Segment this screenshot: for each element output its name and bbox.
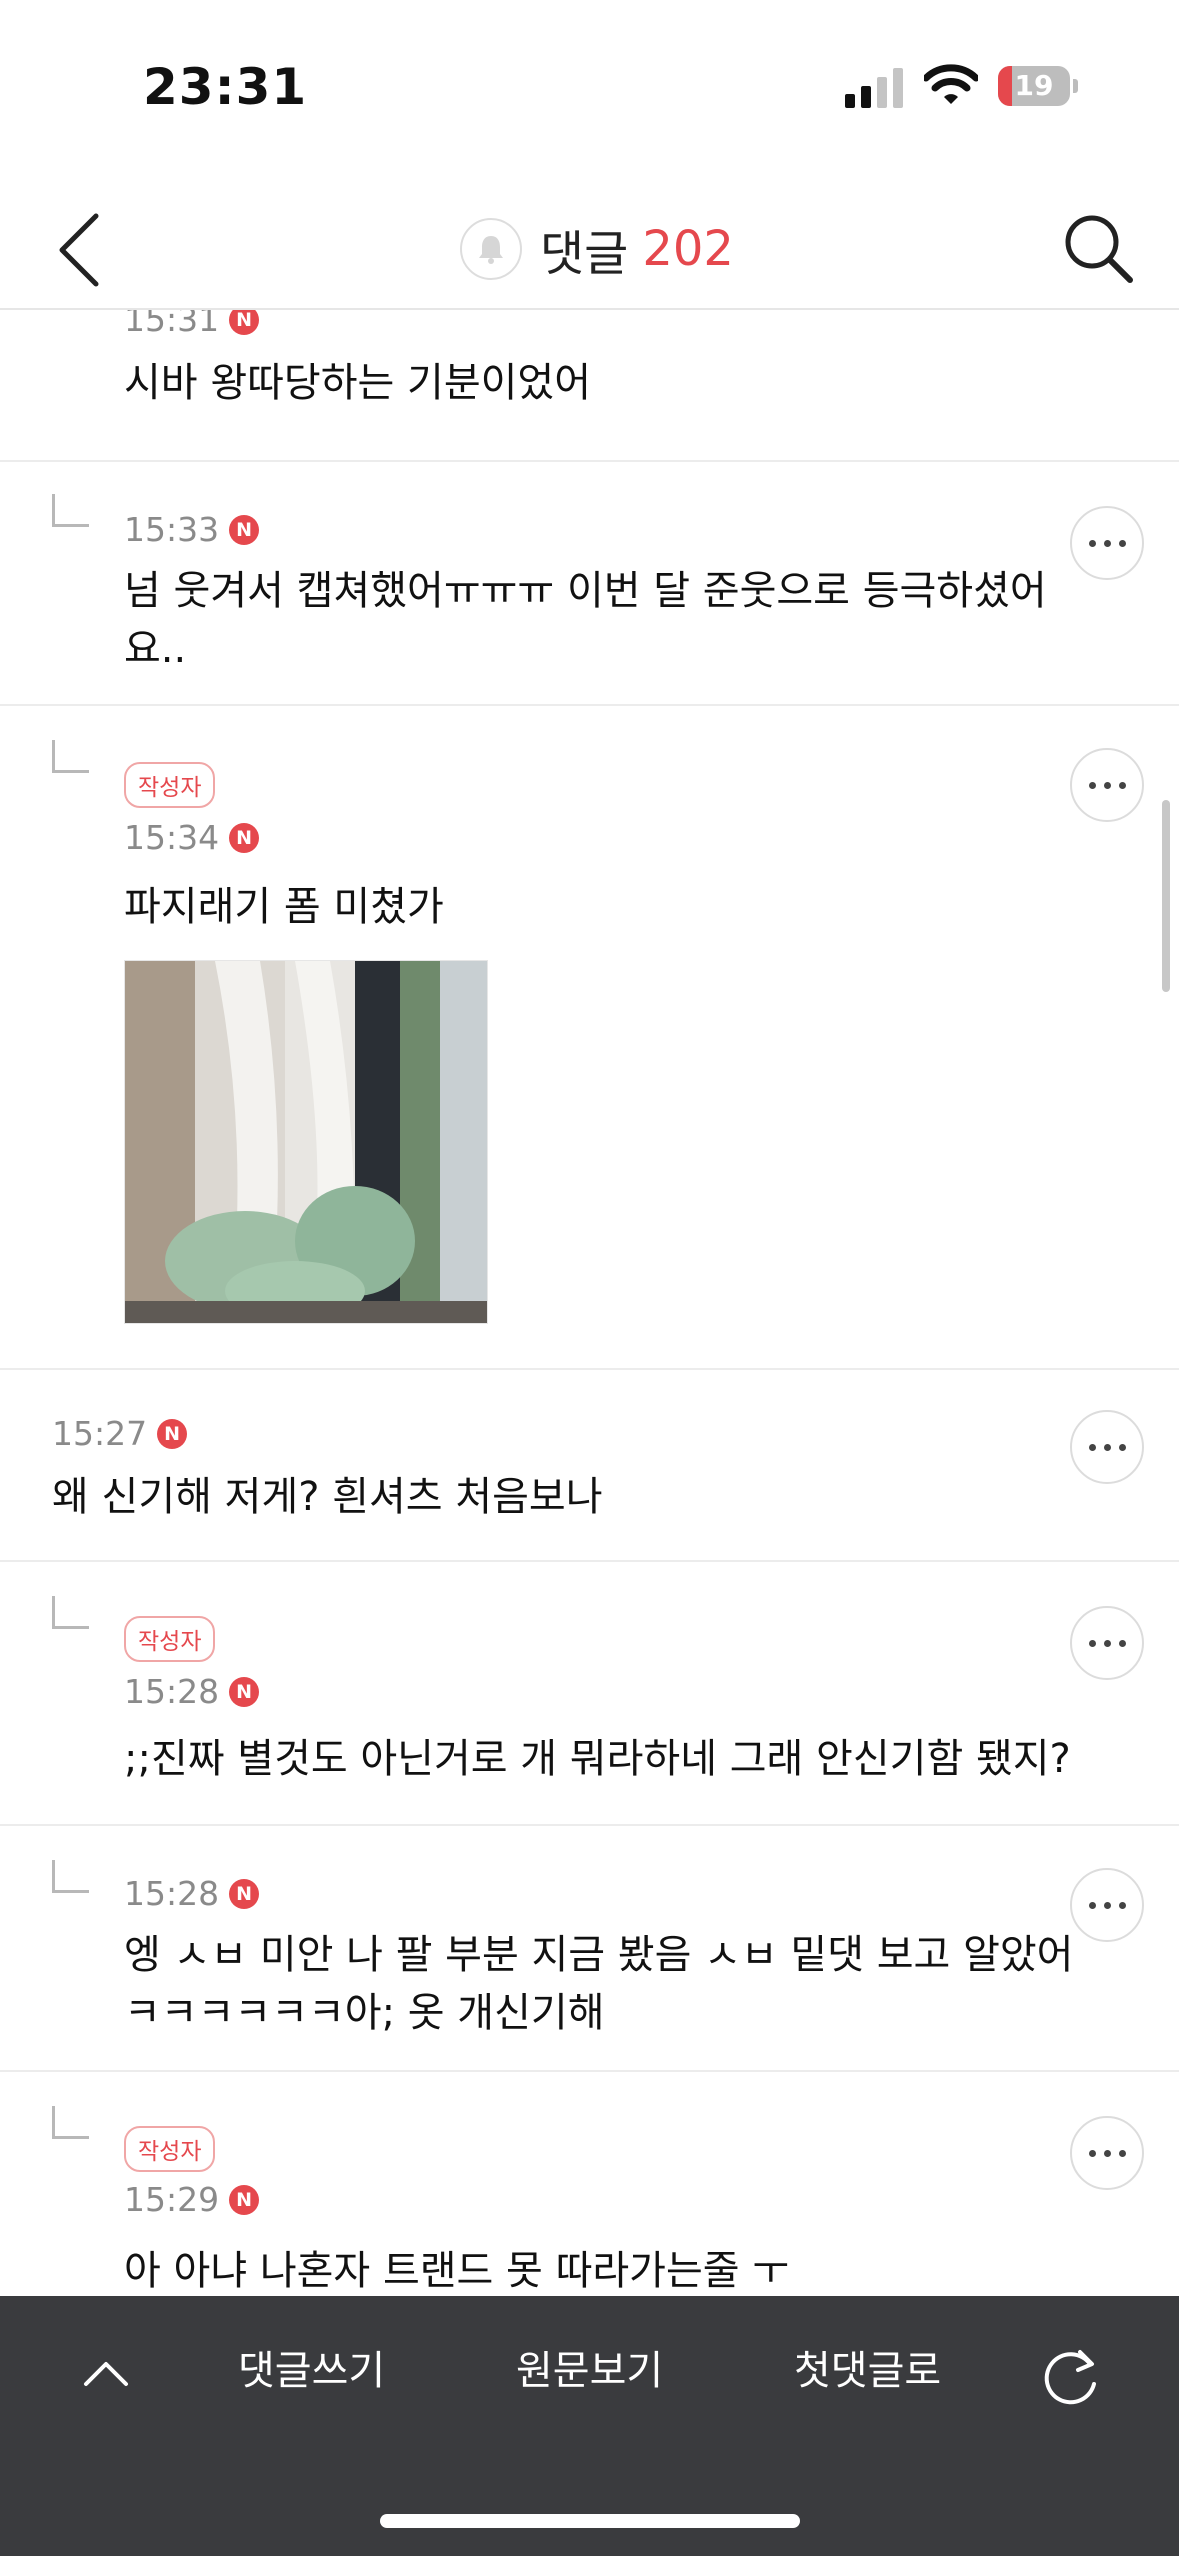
author-tag: 작성자	[124, 1616, 216, 1662]
more-options-button[interactable]	[1070, 1410, 1144, 1484]
scrollbar[interactable]	[1162, 800, 1170, 992]
battery-indicator: 19	[998, 66, 1078, 106]
more-icon-dot	[1088, 781, 1096, 789]
comment-meta: 15:28 N	[124, 1672, 260, 1711]
top-nav-bar: 댓글 202	[0, 190, 1179, 310]
comment-time: 15:28	[124, 1874, 220, 1913]
wifi-icon	[924, 64, 978, 104]
new-badge: N	[157, 1418, 188, 1449]
new-badge: N	[229, 822, 260, 853]
more-icon-dot	[1118, 1639, 1126, 1647]
chevron-up-icon[interactable]	[80, 2352, 132, 2392]
author-tag: 작성자	[124, 762, 216, 808]
more-icon-dot	[1103, 539, 1111, 547]
reply-indicator-icon	[52, 494, 89, 527]
more-icon-dot	[1118, 1901, 1126, 1909]
comment-time: 15:28	[124, 1672, 220, 1711]
write-comment-button[interactable]: 댓글쓰기	[238, 2340, 385, 2402]
comment-item: 15:33 N 넘 웃겨서 캡쳐했어ㅠㅠㅠ 이번 달 준웃으로 등극하셨어요..	[0, 460, 1179, 706]
reply-indicator-icon	[52, 1860, 89, 1893]
comment-text: 엥 ㅅㅂ 미안 나 팔 부분 지금 봤음 ㅅㅂ 밑댓 보고 알았어 ㅋㅋㅋㅋㅋㅋ…	[124, 1932, 1074, 2036]
more-icon-dot	[1118, 1443, 1126, 1451]
more-icon-dot	[1088, 1639, 1096, 1647]
comment-time: 15:31	[124, 310, 220, 339]
comment-list[interactable]: 15:31 N 시바 왕따당하는 기분이었어 15:33 N 넘 웃겨서 캡쳐했…	[0, 310, 1179, 2296]
more-icon-dot	[1103, 1443, 1111, 1451]
new-badge: N	[229, 1878, 260, 1909]
back-arrow-icon[interactable]	[52, 210, 108, 290]
cellular-signal-icon	[845, 68, 903, 108]
photo-image	[125, 961, 487, 1323]
more-icon-dot	[1118, 781, 1126, 789]
bell-icon[interactable]	[460, 218, 522, 280]
comment-meta: 15:33 N	[124, 510, 260, 549]
comment-meta: 15:29 N	[124, 2180, 260, 2219]
comment-item: 작성자 15:28 N ;;진짜 별것도 아닌거로 개 뭐라하네 그래 안신기함…	[0, 1562, 1179, 1826]
more-icon-dot	[1088, 539, 1096, 547]
nav-title-group: 댓글 202	[460, 214, 734, 284]
comment-time: 15:29	[124, 2180, 220, 2219]
author-tag: 작성자	[124, 2126, 216, 2172]
more-icon-dot	[1103, 781, 1111, 789]
comment-meta: 15:34 N	[124, 818, 260, 857]
status-time: 23:31	[143, 58, 308, 116]
comment-item: 15:28 N 엥 ㅅㅂ 미안 나 팔 부분 지금 봤음 ㅅㅂ 밑댓 보고 알았…	[0, 1826, 1179, 2072]
comment-photo[interactable]	[124, 960, 488, 1324]
comment-meta: 15:27 N	[52, 1414, 188, 1453]
reply-indicator-icon	[52, 1596, 89, 1629]
comment-item: 작성자 15:29 N 아 아냐 나혼자 트랜드 못 따라가는줄 ㅜ	[0, 2072, 1179, 2296]
comment-item: 15:27 N 왜 신기해 저게? 흰셔츠 처음보나	[0, 1370, 1179, 1562]
battery-tip	[1073, 79, 1078, 93]
status-bar: 23:31 19	[0, 0, 1179, 170]
first-comment-button[interactable]: 첫댓글로	[794, 2340, 941, 2402]
nav-title: 댓글	[540, 226, 629, 282]
view-original-button[interactable]: 원문보기	[516, 2340, 663, 2402]
new-badge: N	[229, 2184, 260, 2215]
comment-item: 작성자 15:34 N 파지래기 폼 미쳤가	[0, 706, 1179, 1370]
more-options-button[interactable]	[1070, 1606, 1144, 1680]
comment-count: 202	[642, 221, 734, 277]
comment-time: 15:33	[124, 510, 220, 549]
more-icon-dot	[1088, 2149, 1096, 2157]
battery-icon: 19	[998, 66, 1070, 106]
comment-item: 15:31 N 시바 왕따당하는 기분이었어	[0, 310, 1179, 462]
more-icon-dot	[1118, 539, 1126, 547]
refresh-icon[interactable]	[1040, 2344, 1104, 2408]
search-icon[interactable]	[1058, 208, 1138, 288]
new-badge: N	[229, 514, 260, 545]
comment-time: 15:27	[52, 1414, 148, 1453]
more-options-button[interactable]	[1070, 748, 1144, 822]
comment-text: 왜 신기해 저게? 흰셔츠 처음보나	[52, 1474, 603, 1520]
new-badge: N	[229, 310, 260, 335]
comment-text: 시바 왕따당하는 기분이었어	[124, 360, 592, 406]
home-indicator[interactable]	[380, 2514, 800, 2528]
comment-text: 파지래기 폼 미쳤가	[124, 884, 444, 930]
comment-text: 넘 웃겨서 캡쳐했어ㅠㅠㅠ 이번 달 준웃으로 등극하셨어요..	[124, 568, 1047, 672]
more-icon-dot	[1088, 1901, 1096, 1909]
comment-text: 아 아냐 나혼자 트랜드 못 따라가는줄 ㅜ	[124, 2248, 790, 2294]
more-icon-dot	[1088, 1443, 1096, 1451]
more-options-button[interactable]	[1070, 2116, 1144, 2190]
comment-meta: 15:31 N	[124, 310, 260, 339]
more-icon-dot	[1103, 1639, 1111, 1647]
comment-time: 15:34	[124, 818, 220, 857]
battery-level: 19	[1014, 69, 1054, 102]
new-badge: N	[229, 1676, 260, 1707]
comment-meta: 15:28 N	[124, 1874, 260, 1913]
more-icon-dot	[1103, 1901, 1111, 1909]
more-icon-dot	[1103, 2149, 1111, 2157]
more-icon-dot	[1118, 2149, 1126, 2157]
comment-text: ;;진짜 별것도 아닌거로 개 뭐라하네 그래 안신기함 됐지?	[124, 1736, 1071, 1782]
reply-indicator-icon	[52, 2106, 89, 2139]
bell-glyph	[479, 236, 503, 264]
reply-indicator-icon	[52, 740, 89, 773]
